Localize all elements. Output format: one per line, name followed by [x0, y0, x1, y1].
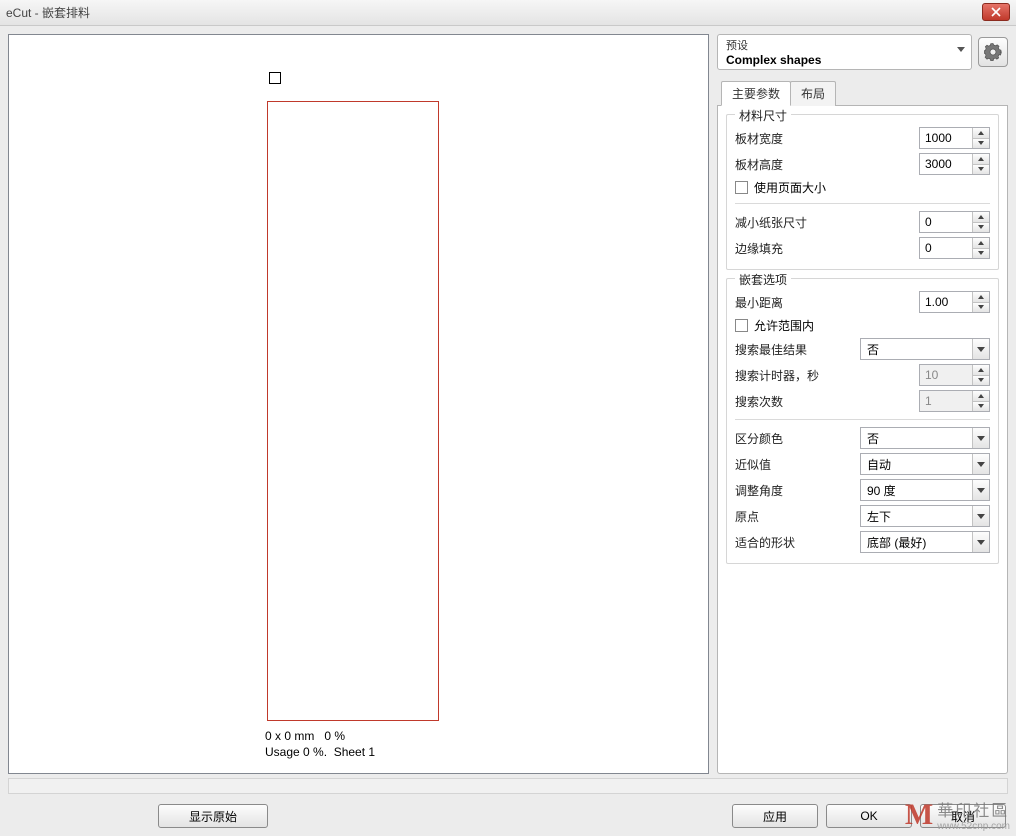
- chevron-down-icon[interactable]: [972, 339, 989, 359]
- tabstrip: 主要参数 布局: [717, 80, 1008, 106]
- titlebar: eCut - 嵌套排料: [0, 0, 1016, 26]
- horizontal-scrollbar[interactable]: [8, 778, 1008, 794]
- search-best-combo[interactable]: 否: [860, 338, 990, 360]
- allow-inside-label: 允许范围内: [754, 317, 814, 334]
- close-button[interactable]: [982, 3, 1010, 21]
- sheet-height-input[interactable]: [920, 154, 972, 174]
- origin-label: 原点: [735, 508, 851, 525]
- tab-body: 材料尺寸 板材宽度 板材高度: [717, 106, 1008, 774]
- fit-shape-combo[interactable]: 底部 (最好): [860, 531, 990, 553]
- angle-label: 调整角度: [735, 482, 851, 499]
- sheet-outline: [267, 101, 439, 721]
- timer-spinner[interactable]: [919, 364, 990, 386]
- cancel-button[interactable]: 取消: [920, 804, 1006, 828]
- timer-label: 搜索计时器，秒: [735, 367, 851, 384]
- close-icon: [991, 7, 1001, 17]
- edge-fill-input[interactable]: [920, 238, 972, 258]
- group-material-title: 材料尺寸: [735, 107, 791, 124]
- tab-layout[interactable]: 布局: [790, 81, 836, 106]
- approx-combo[interactable]: 自动: [860, 453, 990, 475]
- sheet-height-label: 板材高度: [735, 156, 851, 173]
- spinner-down-icon[interactable]: [973, 139, 989, 149]
- settings-button[interactable]: [978, 37, 1008, 67]
- sheet-width-input[interactable]: [920, 128, 972, 148]
- spinner-up-icon[interactable]: [973, 128, 989, 139]
- group-material: 材料尺寸 板材宽度 板材高度: [726, 114, 999, 270]
- sheet-height-spinner[interactable]: [919, 153, 990, 175]
- origin-combo[interactable]: 左下: [860, 505, 990, 527]
- sheet-width-spinner[interactable]: [919, 127, 990, 149]
- angle-combo[interactable]: 90 度: [860, 479, 990, 501]
- search-count-label: 搜索次数: [735, 393, 851, 410]
- reduce-paper-label: 减小纸张尺寸: [735, 214, 851, 231]
- chevron-down-icon: [957, 47, 965, 52]
- tab-main[interactable]: 主要参数: [721, 81, 791, 106]
- min-distance-label: 最小距离: [735, 294, 851, 311]
- side-panel: 预设 Complex shapes 主要参数 布局 材料尺寸 板材宽度: [717, 34, 1008, 774]
- button-bar: 显示原始 应用 OK 取消: [0, 796, 1016, 836]
- search-count-spinner[interactable]: [919, 390, 990, 412]
- reduce-paper-input[interactable]: [920, 212, 972, 232]
- sheet-width-label: 板材宽度: [735, 130, 851, 147]
- search-best-label: 搜索最佳结果: [735, 341, 851, 358]
- gear-icon: [984, 43, 1002, 61]
- diff-color-combo[interactable]: 否: [860, 427, 990, 449]
- allow-inside-checkbox[interactable]: [735, 319, 748, 332]
- apply-button[interactable]: 应用: [732, 804, 818, 828]
- ok-button[interactable]: OK: [826, 804, 912, 828]
- preview-panel: 0 x 0 mm 0 % Usage 0 %. Sheet 1: [8, 34, 709, 774]
- search-count-input[interactable]: [920, 391, 972, 411]
- window-title: eCut - 嵌套排料: [6, 4, 90, 21]
- timer-input[interactable]: [920, 365, 972, 385]
- edge-fill-label: 边缘填充: [735, 240, 851, 257]
- group-nesting: 嵌套选项 最小距离 允许范围内 搜索最佳结果 否: [726, 278, 999, 564]
- preset-label: 预设: [726, 37, 949, 53]
- edge-fill-spinner[interactable]: [919, 237, 990, 259]
- fit-shape-label: 适合的形状: [735, 534, 851, 551]
- preset-value: Complex shapes: [726, 53, 949, 67]
- show-original-button[interactable]: 显示原始: [158, 804, 268, 828]
- group-nesting-title: 嵌套选项: [735, 271, 791, 288]
- shape-marker: [269, 72, 281, 84]
- reduce-paper-spinner[interactable]: [919, 211, 990, 233]
- min-distance-input[interactable]: [920, 292, 972, 312]
- preview-info: 0 x 0 mm 0 % Usage 0 %. Sheet 1: [265, 729, 375, 762]
- preset-combo[interactable]: 预设 Complex shapes: [717, 34, 972, 70]
- use-page-size-checkbox[interactable]: [735, 181, 748, 194]
- min-distance-spinner[interactable]: [919, 291, 990, 313]
- use-page-size-label: 使用页面大小: [754, 179, 826, 196]
- diff-color-label: 区分颜色: [735, 430, 851, 447]
- approx-label: 近似值: [735, 456, 851, 473]
